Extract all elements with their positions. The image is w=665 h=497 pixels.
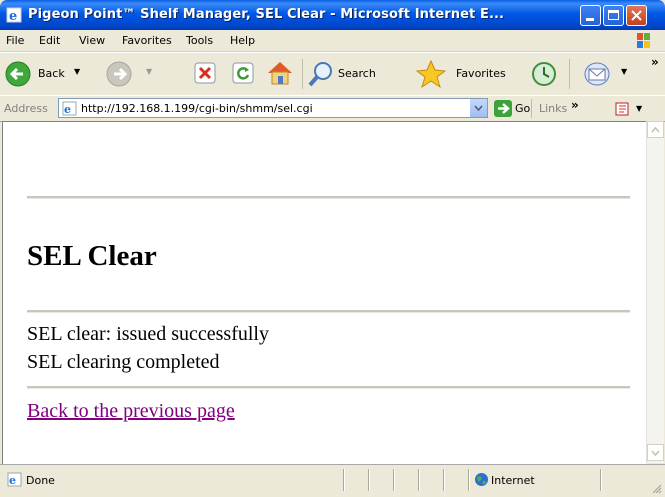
minimize-button[interactable]: [580, 5, 601, 26]
menu-favorites[interactable]: Favorites: [122, 34, 172, 47]
back-button[interactable]: Back ▼: [4, 58, 109, 90]
status-separator: [368, 469, 370, 491]
status-separator: [343, 469, 345, 491]
security-zone: Internet: [491, 474, 535, 487]
back-dropdown-icon[interactable]: ▼: [74, 67, 80, 76]
links-label[interactable]: Links: [539, 102, 567, 115]
menu-bar: File Edit View Favorites Tools Help: [0, 30, 665, 52]
minimize-icon: [586, 18, 594, 21]
chevron-up-icon: [651, 127, 660, 133]
status-message: SEL clearing completed: [27, 351, 220, 373]
status-bar: e Done Internet: [0, 464, 665, 497]
address-label: Address: [4, 102, 48, 115]
favorites-star-icon: [416, 59, 446, 89]
horizontal-rule: [27, 196, 630, 199]
scroll-up-button[interactable]: [647, 121, 664, 138]
status-separator: [393, 469, 395, 491]
status-separator: [468, 469, 470, 491]
back-link[interactable]: Back to the previous page: [27, 400, 235, 423]
status-message: SEL clear: issued successfully: [27, 323, 269, 345]
scroll-down-button[interactable]: [647, 444, 664, 461]
back-arrow-icon: [5, 61, 31, 87]
status-separator: [600, 469, 602, 491]
toolbar-separator: [302, 59, 303, 89]
title-bar[interactable]: e Pigeon Point™ Shelf Manager, SEL Clear…: [0, 0, 665, 30]
toolbar: Back ▼ ▼ Search Favorites ▼ »: [0, 52, 665, 96]
page-content: SEL Clear SEL clear: issued successfully…: [2, 121, 646, 464]
address-input[interactable]: e http://192.168.1.199/cgi-bin/shmm/sel.…: [58, 98, 488, 118]
close-icon: [631, 10, 642, 21]
stop-icon[interactable]: [194, 62, 216, 84]
horizontal-rule: [27, 386, 630, 389]
forward-dropdown-icon[interactable]: ▼: [146, 67, 152, 76]
toolbar-separator: [569, 59, 570, 89]
go-arrow-icon[interactable]: [494, 100, 512, 117]
menu-tools[interactable]: Tools: [186, 34, 213, 47]
search-label: Search: [338, 67, 376, 80]
windows-logo-icon: [637, 33, 650, 48]
window-title: Pigeon Point™ Shelf Manager, SEL Clear -…: [28, 7, 505, 22]
address-bar: Address e http://192.168.1.199/cgi-bin/s…: [0, 95, 665, 122]
refresh-icon[interactable]: [232, 62, 254, 84]
ie-icon: e: [6, 7, 22, 23]
forward-arrow-icon[interactable]: [105, 60, 133, 88]
svg-text:e: e: [64, 103, 71, 116]
menu-file[interactable]: File: [6, 34, 24, 47]
search-icon: [308, 62, 332, 87]
history-icon[interactable]: [530, 60, 558, 88]
research-icon[interactable]: [613, 101, 633, 117]
address-separator: [531, 99, 532, 118]
chevron-down-icon: [651, 450, 660, 456]
close-button[interactable]: [626, 5, 647, 26]
status-text: Done: [26, 474, 55, 487]
page-icon: e: [62, 101, 77, 116]
mail-dropdown-icon[interactable]: ▼: [621, 67, 627, 76]
chevron-down-icon: [474, 105, 483, 111]
favorites-button[interactable]: Favorites: [416, 58, 524, 90]
svg-text:e: e: [9, 9, 17, 23]
favorites-label: Favorites: [456, 67, 506, 80]
go-button[interactable]: Go: [515, 102, 530, 115]
status-separator: [418, 469, 420, 491]
research-dropdown-icon[interactable]: ▼: [636, 104, 642, 113]
menu-edit[interactable]: Edit: [39, 34, 60, 47]
back-label: Back: [38, 67, 65, 80]
toolbar-overflow-icon[interactable]: »: [651, 55, 659, 69]
status-separator: [443, 469, 445, 491]
home-icon[interactable]: [265, 59, 295, 87]
search-button[interactable]: Search: [307, 58, 407, 90]
internet-zone-icon: [475, 473, 488, 486]
vertical-scrollbar[interactable]: [646, 121, 664, 463]
page-done-icon: e: [7, 472, 22, 487]
resize-grip-icon[interactable]: [650, 482, 662, 494]
page-heading: SEL Clear: [27, 240, 157, 272]
links-overflow-icon[interactable]: »: [571, 98, 579, 112]
horizontal-rule: [27, 310, 630, 313]
address-dropdown-button[interactable]: [469, 99, 487, 117]
menu-view[interactable]: View: [79, 34, 105, 47]
svg-text:e: e: [9, 474, 16, 487]
mail-icon[interactable]: [583, 61, 615, 87]
menu-help[interactable]: Help: [230, 34, 255, 47]
maximize-button[interactable]: [603, 5, 624, 26]
address-url: http://192.168.1.199/cgi-bin/shmm/sel.cg…: [81, 102, 313, 115]
maximize-icon: [608, 10, 619, 20]
